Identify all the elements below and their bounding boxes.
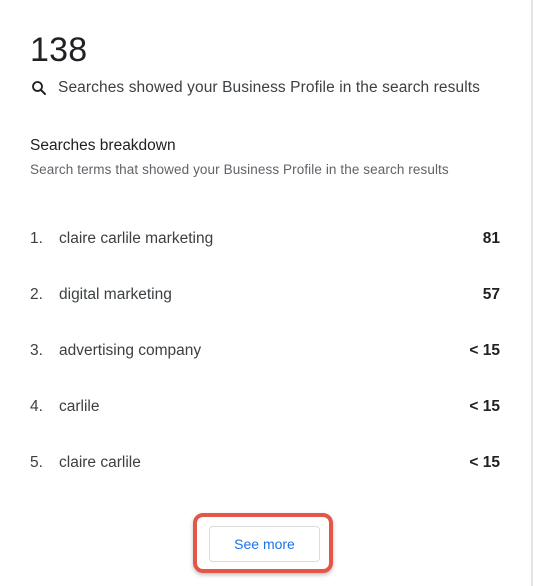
list-item: 1. claire carlile marketing 81 — [30, 228, 500, 250]
term-rank: 3. — [30, 342, 43, 359]
breakdown-title: Searches breakdown — [30, 137, 176, 154]
term-rank: 5. — [30, 454, 43, 471]
term-label: claire carlile marketing — [59, 230, 214, 247]
list-item: 3. advertising company < 15 — [30, 340, 500, 362]
term-count: < 15 — [469, 342, 500, 359]
term-rank: 2. — [30, 286, 43, 303]
search-terms-list: 1. claire carlile marketing 81 2. digita… — [30, 228, 500, 508]
term-rank: 1. — [30, 230, 43, 247]
term-label: carlile — [59, 398, 100, 415]
see-more-button[interactable]: See more — [209, 526, 320, 562]
list-item: 5. claire carlile < 15 — [30, 452, 500, 474]
term-count: 57 — [482, 286, 500, 303]
list-item: 2. digital marketing 57 — [30, 284, 500, 306]
term-count: < 15 — [469, 454, 500, 471]
searches-card: 138 Searches showed your Business Profil… — [0, 0, 533, 586]
term-label: advertising company — [59, 342, 202, 359]
term-count: 81 — [482, 230, 500, 247]
term-count: < 15 — [469, 398, 500, 415]
search-icon — [30, 79, 48, 97]
list-item: 4. carlile < 15 — [30, 396, 500, 418]
total-searches-value: 138 — [30, 31, 88, 69]
searches-description-row: Searches showed your Business Profile in… — [30, 77, 480, 99]
term-label: claire carlile — [59, 454, 141, 471]
term-rank: 4. — [30, 398, 43, 415]
term-label: digital marketing — [59, 286, 172, 303]
searches-description: Searches showed your Business Profile in… — [58, 79, 481, 96]
breakdown-subtitle: Search terms that showed your Business P… — [30, 162, 449, 177]
